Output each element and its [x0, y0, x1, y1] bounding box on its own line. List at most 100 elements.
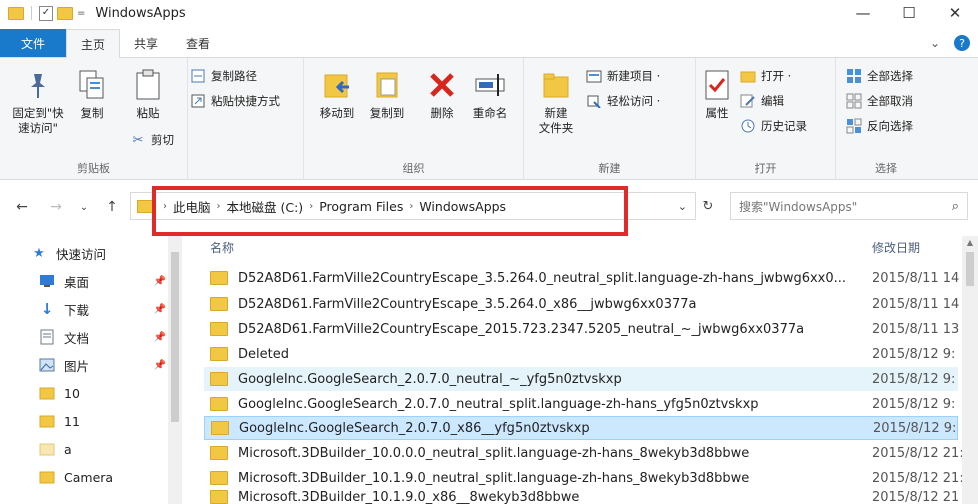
- breadcrumb-this-pc[interactable]: 此电脑: [173, 197, 211, 216]
- breadcrumb-separator[interactable]: ›: [217, 201, 221, 212]
- breadcrumb-separator[interactable]: ›: [309, 201, 313, 212]
- select-group: 全部选择 全部取消 反向选择 选择: [836, 58, 936, 180]
- open-button[interactable]: 打开 ·: [740, 68, 791, 84]
- pin-icon[interactable]: 📌: [154, 332, 166, 343]
- table-row[interactable]: Microsoft.3DBuilder_10.1.9.0_neutral_spl…: [204, 466, 964, 490]
- table-row[interactable]: GoogleInc.GoogleSearch_2.0.7.0_neutral_s…: [204, 392, 958, 416]
- table-row[interactable]: D52A8D61.FarmVille2CountryEscape_3.5.264…: [204, 292, 959, 316]
- search-icon[interactable]: ⌕: [952, 199, 959, 214]
- scrollbar-thumb[interactable]: [171, 252, 179, 422]
- nav-item-folder-10[interactable]: 10: [38, 380, 222, 406]
- search-box[interactable]: 搜索"WindowsApps" ⌕: [730, 192, 968, 220]
- pin-icon[interactable]: 📌: [154, 360, 166, 371]
- history-label: 历史记录: [761, 119, 807, 133]
- tab-home[interactable]: 主页: [66, 29, 121, 58]
- address-bar[interactable]: › 此电脑 › 本地磁盘 (C:) › Program Files › Wind…: [130, 192, 696, 220]
- properties-label: 属性: [705, 106, 729, 120]
- pin-icon[interactable]: 📌: [154, 276, 166, 287]
- recent-locations-button[interactable]: ⌄: [72, 195, 96, 219]
- help-icon[interactable]: ?: [954, 35, 970, 51]
- nav-item-folder-11[interactable]: 11: [38, 408, 222, 434]
- breadcrumb-local-disk[interactable]: 本地磁盘 (C:): [227, 197, 304, 216]
- breadcrumb-separator: ›: [163, 200, 167, 212]
- nav-item-folder-a[interactable]: a: [38, 436, 222, 462]
- select-none-button[interactable]: 全部取消: [846, 93, 913, 109]
- file-name: Microsoft.3DBuilder_10.0.0.0_neutral_spl…: [238, 445, 750, 461]
- breadcrumb-separator[interactable]: ›: [409, 201, 413, 212]
- customize-toolbar-button[interactable]: =: [77, 8, 85, 19]
- scrollbar-thumb[interactable]: [966, 252, 974, 286]
- nav-item-label: Camera: [64, 469, 114, 485]
- column-header-date[interactable]: 修改日期: [872, 236, 920, 258]
- new-item-button[interactable]: 新建项目 ·: [586, 68, 660, 84]
- nav-pane-scrollbar[interactable]: [168, 236, 182, 504]
- table-row[interactable]: Microsoft.3DBuilder_10.0.0.0_neutral_spl…: [204, 441, 964, 465]
- up-button[interactable]: ↑: [100, 195, 124, 219]
- select-all-button[interactable]: 全部选择: [846, 68, 913, 84]
- explorer-window: ✓ = WindowsApps — ☐ ✕ 文件 主页 共享 查看 ⌄ ? 固定…: [0, 0, 978, 504]
- rename-button[interactable]: 重命名: [468, 68, 512, 121]
- nav-item-folder-camera[interactable]: Camera: [38, 464, 222, 490]
- paste-icon: [132, 68, 164, 102]
- table-row[interactable]: GoogleInc.GoogleSearch_2.0.7.0_x86__yfg5…: [204, 416, 958, 440]
- nav-item-label: 桌面: [64, 274, 90, 290]
- minimize-button[interactable]: —: [840, 0, 886, 26]
- move-to-button[interactable]: 移动到: [314, 68, 360, 121]
- address-history-dropdown[interactable]: ⌄: [678, 200, 687, 213]
- easy-access-icon: [586, 93, 602, 109]
- maximize-button[interactable]: ☐: [886, 0, 932, 26]
- paste-button[interactable]: 粘贴: [128, 68, 168, 121]
- pin-icon[interactable]: 📌: [154, 304, 166, 315]
- properties-quick-icon[interactable]: ✓: [39, 5, 53, 21]
- table-row[interactable]: Deleted 2015/8/12 9:: [204, 342, 958, 366]
- back-button[interactable]: ←: [10, 195, 34, 219]
- file-date: 2015/8/12 21:: [872, 445, 964, 461]
- file-date: 2015/8/12 21:: [872, 470, 964, 486]
- tab-file[interactable]: 文件: [0, 29, 66, 57]
- column-header-name[interactable]: 名称: [210, 236, 234, 258]
- new-folder-button[interactable]: 新建 文件夹: [534, 68, 578, 136]
- cut-button[interactable]: ✂ 剪切: [130, 132, 174, 148]
- tab-view[interactable]: 查看: [172, 29, 224, 57]
- table-row[interactable]: D52A8D61.FarmVille2CountryEscape_3.5.264…: [204, 266, 960, 290]
- copy-button[interactable]: 复制: [74, 68, 110, 121]
- file-date: 2015/8/12 21:: [872, 490, 958, 504]
- file-name: GoogleInc.GoogleSearch_2.0.7.0_neutral_~…: [238, 371, 622, 387]
- refresh-button[interactable]: ↻: [698, 196, 718, 216]
- breadcrumb-program-files[interactable]: Program Files: [319, 199, 403, 214]
- nav-item-pictures[interactable]: 图片 📌: [38, 352, 222, 378]
- table-row[interactable]: Microsoft.3DBuilder_10.1.9.0_x86__8wekyb…: [204, 490, 958, 504]
- history-button[interactable]: 历史记录: [740, 118, 807, 134]
- file-name: GoogleInc.GoogleSearch_2.0.7.0_x86__yfg5…: [239, 420, 590, 436]
- properties-button[interactable]: 属性: [700, 68, 734, 121]
- delete-button[interactable]: 删除: [422, 68, 462, 121]
- folder-icon: [210, 490, 228, 504]
- nav-item-documents[interactable]: 文档 📌: [38, 324, 222, 350]
- select-all-icon: [846, 68, 862, 84]
- expand-ribbon-button[interactable]: ⌄: [930, 36, 940, 50]
- file-list-scrollbar[interactable]: ▲: [962, 236, 978, 504]
- tab-share[interactable]: 共享: [120, 29, 172, 57]
- pin-quick-access-button[interactable]: 固定到"快 速访问": [6, 68, 70, 136]
- nav-item-quick-access[interactable]: ★ 快速访问: [30, 240, 214, 266]
- nav-item-downloads[interactable]: ↓ 下载 📌: [38, 296, 222, 322]
- folder-icon: [210, 446, 228, 460]
- copy-to-button[interactable]: 复制到: [364, 68, 410, 121]
- easy-access-button[interactable]: 轻松访问 ·: [586, 93, 660, 109]
- navigation-bar: ← → ⌄ ↑ › 此电脑 › 本地磁盘 (C:) › Program File…: [0, 188, 978, 226]
- delete-label: 删除: [430, 106, 454, 120]
- file-date: 2015/8/11 14: [872, 270, 960, 286]
- forward-button[interactable]: →: [44, 195, 68, 219]
- folder-icon: [210, 297, 228, 311]
- table-row[interactable]: D52A8D61.FarmVille2CountryEscape_2015.72…: [204, 317, 959, 341]
- copy-label: 复制: [80, 106, 104, 120]
- scroll-up-arrow[interactable]: ▲: [962, 236, 978, 250]
- edit-button[interactable]: 编辑: [740, 93, 784, 109]
- table-row[interactable]: GoogleInc.GoogleSearch_2.0.7.0_neutral_~…: [204, 367, 958, 391]
- new-folder-quick-icon[interactable]: [57, 6, 73, 20]
- file-name: Microsoft.3DBuilder_10.1.9.0_x86__8wekyb…: [238, 490, 580, 504]
- invert-selection-button[interactable]: 反向选择: [846, 118, 913, 134]
- breadcrumb-windowsapps[interactable]: WindowsApps: [419, 199, 506, 214]
- close-button[interactable]: ✕: [932, 0, 978, 26]
- nav-item-desktop[interactable]: 桌面 📌: [38, 268, 222, 294]
